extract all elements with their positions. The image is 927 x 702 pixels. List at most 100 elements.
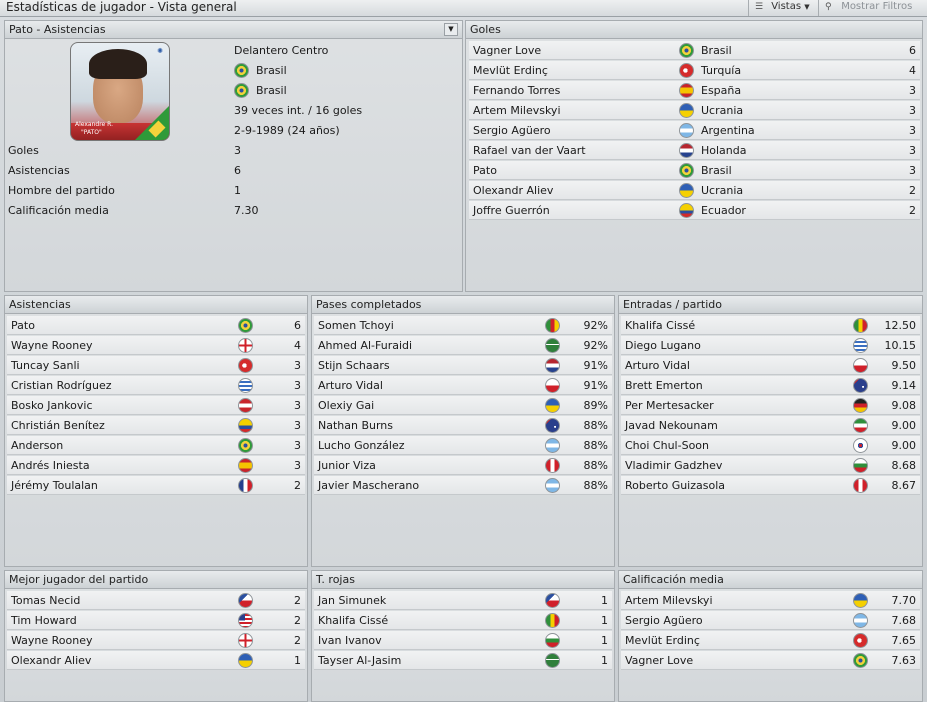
table-row[interactable]: Choi Chul-Soon 9.00 (621, 436, 920, 455)
country-link[interactable]: Ucrania (701, 101, 743, 120)
player-name-link[interactable]: Pato (11, 316, 35, 335)
country-link[interactable]: España (701, 81, 741, 100)
table-row[interactable]: Joffre Guerrón Ecuador 2 (469, 201, 920, 220)
table-row[interactable]: Tayser Al-Jasim 1 (314, 651, 612, 670)
player-name-link[interactable]: Christián Benítez (11, 416, 105, 435)
player-name-link[interactable]: Arturo Vidal (318, 376, 383, 395)
table-row[interactable]: Artem Milevskyi 7.70 (621, 591, 920, 610)
player-name-link[interactable]: Rafael van der Vaart (473, 141, 586, 160)
player-name-link[interactable]: Anderson (11, 436, 63, 455)
table-row[interactable]: Lucho González 88% (314, 436, 612, 455)
table-row[interactable]: Mevlüt Erdinç Turquía 4 (469, 61, 920, 80)
player-name-link[interactable]: Joffre Guerrón (473, 201, 550, 220)
table-row[interactable]: Javad Nekounam 9.00 (621, 416, 920, 435)
table-row[interactable]: Artem Milevskyi Ucrania 3 (469, 101, 920, 120)
country-link[interactable]: Brasil (701, 161, 732, 180)
table-row[interactable]: Tomas Necid 2 (7, 591, 305, 610)
player-name-link[interactable]: Nathan Burns (318, 416, 393, 435)
table-row[interactable]: Pato 6 (7, 316, 305, 335)
table-row[interactable]: Roberto Guizasola 8.67 (621, 476, 920, 495)
table-row[interactable]: Tuncay Sanli 3 (7, 356, 305, 375)
player-name-link[interactable]: Junior Viza (318, 456, 376, 475)
table-row[interactable]: Sergio Agüero 7.68 (621, 611, 920, 630)
player-name-link[interactable]: Mevlüt Erdinç (473, 61, 548, 80)
player-name-link[interactable]: Tim Howard (11, 611, 77, 630)
table-row[interactable]: Javier Mascherano 88% (314, 476, 612, 495)
table-row[interactable]: Ivan Ivanov 1 (314, 631, 612, 650)
player-name-link[interactable]: Bosko Jankovic (11, 396, 93, 415)
table-row[interactable]: Anderson 3 (7, 436, 305, 455)
table-row[interactable]: Wayne Rooney 4 (7, 336, 305, 355)
player-name-link[interactable]: Choi Chul-Soon (625, 436, 709, 455)
table-row[interactable]: Olexandr Aliev 1 (7, 651, 305, 670)
country-link[interactable]: Ucrania (701, 181, 743, 200)
player-name-link[interactable]: Ivan Ivanov (318, 631, 382, 650)
player-name-link[interactable]: Pato (473, 161, 497, 180)
player-name-link[interactable]: Tuncay Sanli (11, 356, 80, 375)
player-name-link[interactable]: Wayne Rooney (11, 336, 93, 355)
country-link[interactable]: Turquía (701, 61, 741, 80)
player-name-link[interactable]: Mevlüt Erdinç (625, 631, 700, 650)
player-name-link[interactable]: Lucho González (318, 436, 405, 455)
player-name-link[interactable]: Per Mertesacker (625, 396, 714, 415)
table-row[interactable]: Vagner Love 7.63 (621, 651, 920, 670)
table-row[interactable]: Mevlüt Erdinç 7.65 (621, 631, 920, 650)
table-row[interactable]: Pato Brasil 3 (469, 161, 920, 180)
player-name-link[interactable]: Khalifa Cissé (625, 316, 695, 335)
player-name-link[interactable]: Sergio Agüero (473, 121, 551, 140)
table-row[interactable]: Ahmed Al-Furaidi 92% (314, 336, 612, 355)
player-name-link[interactable]: Arturo Vidal (625, 356, 690, 375)
player-name-link[interactable]: Fernando Torres (473, 81, 560, 100)
table-row[interactable]: Cristian Rodríguez 3 (7, 376, 305, 395)
player-name-link[interactable]: Olexandr Aliev (473, 181, 553, 200)
table-row[interactable]: Jérémy Toulalan 2 (7, 476, 305, 495)
country-link[interactable]: Argentina (701, 121, 755, 140)
table-row[interactable]: Stijn Schaars 91% (314, 356, 612, 375)
table-row[interactable]: Vagner Love Brasil 6 (469, 41, 920, 60)
table-row[interactable]: Olexandr Aliev Ucrania 2 (469, 181, 920, 200)
player-name-link[interactable]: Stijn Schaars (318, 356, 390, 375)
player-second-nationality[interactable]: Brasil (256, 81, 287, 101)
table-row[interactable]: Sergio Agüero Argentina 3 (469, 121, 920, 140)
player-name-link[interactable]: Diego Lugano (625, 336, 701, 355)
player-name-link[interactable]: Javad Nekounam (625, 416, 718, 435)
player-name-link[interactable]: Sergio Agüero (625, 611, 703, 630)
table-row[interactable]: Wayne Rooney 2 (7, 631, 305, 650)
player-name-link[interactable]: Olexiy Gai (318, 396, 374, 415)
player-name-link[interactable]: Wayne Rooney (11, 631, 93, 650)
player-name-link[interactable]: Olexandr Aliev (11, 651, 91, 670)
player-name-link[interactable]: Vladimir Gadzhev (625, 456, 722, 475)
show-filters-button[interactable]: ⚲ Mostrar Filtros (818, 0, 927, 16)
player-panel-menu-button[interactable]: ▼ (444, 23, 458, 36)
table-row[interactable]: Per Mertesacker 9.08 (621, 396, 920, 415)
table-row[interactable]: Tim Howard 2 (7, 611, 305, 630)
player-name-link[interactable]: Andrés Iniesta (11, 456, 90, 475)
table-row[interactable]: Olexiy Gai 89% (314, 396, 612, 415)
table-row[interactable]: Arturo Vidal 91% (314, 376, 612, 395)
table-row[interactable]: Diego Lugano 10.15 (621, 336, 920, 355)
table-row[interactable]: Somen Tchoyi 92% (314, 316, 612, 335)
table-row[interactable]: Khalifa Cissé 12.50 (621, 316, 920, 335)
player-name-link[interactable]: Artem Milevskyi (473, 101, 561, 120)
player-name-link[interactable]: Roberto Guizasola (625, 476, 725, 495)
country-link[interactable]: Ecuador (701, 201, 746, 220)
player-name-link[interactable]: Artem Milevskyi (625, 591, 713, 610)
table-row[interactable]: Junior Viza 88% (314, 456, 612, 475)
table-row[interactable]: Nathan Burns 88% (314, 416, 612, 435)
player-name-link[interactable]: Jérémy Toulalan (11, 476, 98, 495)
player-name-link[interactable]: Tomas Necid (11, 591, 80, 610)
player-name-link[interactable]: Vagner Love (473, 41, 541, 60)
country-link[interactable]: Holanda (701, 141, 747, 160)
table-row[interactable]: Andrés Iniesta 3 (7, 456, 305, 475)
player-name-link[interactable]: Tayser Al-Jasim (318, 651, 401, 670)
table-row[interactable]: Brett Emerton 9.14 (621, 376, 920, 395)
table-row[interactable]: Christián Benítez 3 (7, 416, 305, 435)
table-row[interactable]: Rafael van der Vaart Holanda 3 (469, 141, 920, 160)
table-row[interactable]: Khalifa Cissé 1 (314, 611, 612, 630)
player-name-link[interactable]: Ahmed Al-Furaidi (318, 336, 412, 355)
table-row[interactable]: Jan Simunek 1 (314, 591, 612, 610)
country-link[interactable]: Brasil (701, 41, 732, 60)
table-row[interactable]: Arturo Vidal 9.50 (621, 356, 920, 375)
table-row[interactable]: Bosko Jankovic 3 (7, 396, 305, 415)
player-name-link[interactable]: Brett Emerton (625, 376, 703, 395)
